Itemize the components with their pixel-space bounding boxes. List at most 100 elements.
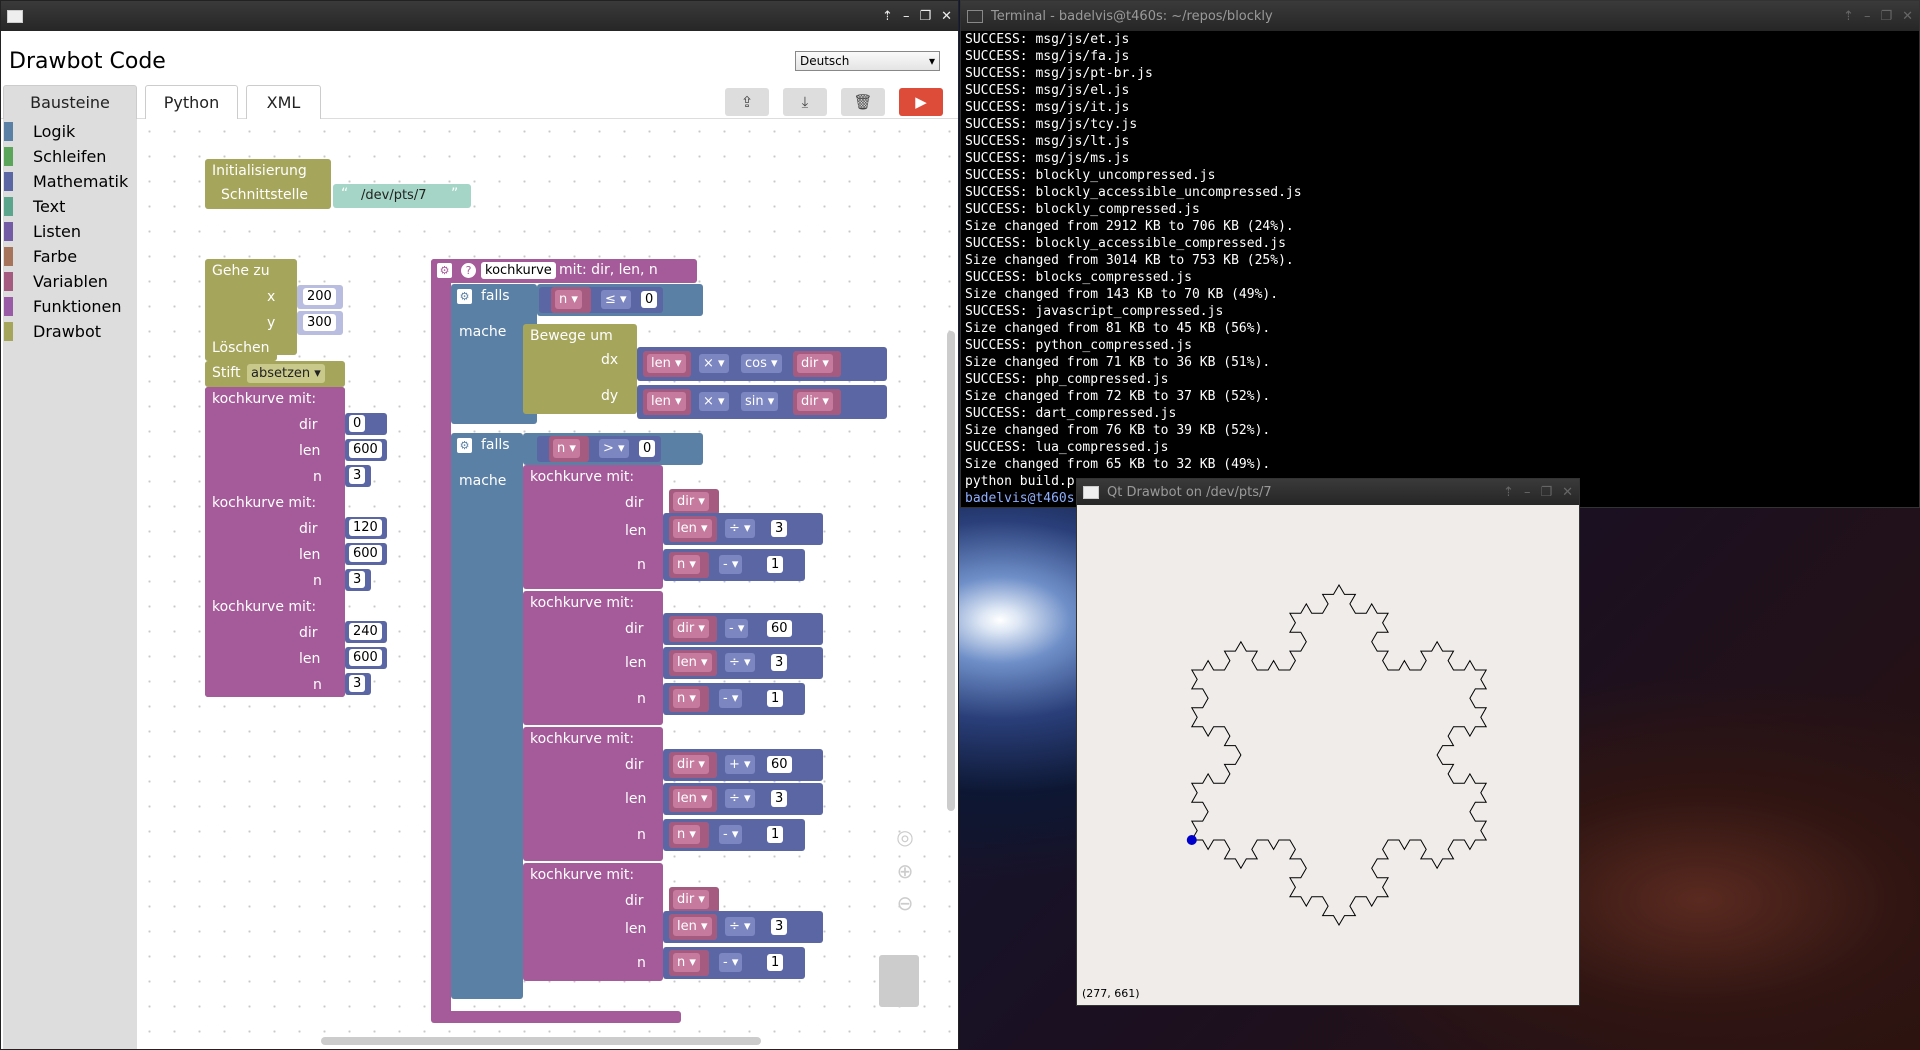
arg-len-value[interactable]: 600	[349, 545, 382, 562]
number-field[interactable]: 3	[771, 654, 788, 671]
var-dropdown[interactable]: n ▾	[673, 555, 700, 574]
drawing-canvas[interactable]	[1077, 505, 1580, 985]
toolbox-category-drawbot[interactable]: Drawbot	[3, 319, 137, 344]
goto-y-value[interactable]: 300	[303, 314, 336, 331]
number-field[interactable]: 0	[641, 291, 658, 308]
var-dir[interactable]: dir ▾	[669, 489, 719, 515]
op-minus-dropdown[interactable]: - ▾	[719, 555, 743, 574]
interface-value[interactable]: /dev/pts/7	[357, 187, 430, 204]
toolbox-category-logik[interactable]: Logik	[3, 119, 137, 144]
op-dropdown[interactable]: + ▾	[725, 755, 755, 774]
maximize-icon[interactable]: ❐	[1880, 9, 1892, 24]
arg-dir-value[interactable]: 120	[349, 519, 382, 536]
up-arrow-icon[interactable]: ⇡	[882, 9, 893, 24]
compare-le-block[interactable]: n ▾ ≤ ▾ 0	[539, 287, 663, 313]
toolbox-category-schleifen[interactable]: Schleifen	[3, 144, 137, 169]
cos-dropdown[interactable]: cos ▾	[741, 354, 782, 373]
len-expr[interactable]: len ▾ ÷ ▾ 3	[663, 911, 823, 943]
var-dir[interactable]: dir ▾	[793, 389, 841, 415]
var-len[interactable]: len ▾	[669, 786, 717, 812]
window-menu-icon[interactable]	[1083, 485, 1099, 499]
call-kochkurve-1[interactable]: kochkurve mit: dir len n	[205, 387, 345, 489]
len-expr[interactable]: len ▾ ÷ ▾ 3	[663, 647, 823, 679]
arg-len-value[interactable]: 600	[349, 649, 382, 666]
var-dropdown[interactable]: dir ▾	[797, 354, 833, 373]
var-n[interactable]: n ▾	[669, 950, 709, 976]
if2-block[interactable]: ⚙ falls mache	[451, 433, 523, 999]
up-arrow-icon[interactable]: ⇡	[1503, 485, 1514, 500]
arg-dir-value[interactable]: 0	[349, 415, 366, 432]
goto-x-value[interactable]: 200	[303, 288, 336, 305]
var-n-dropdown[interactable]: n ▾	[553, 439, 580, 458]
horizontal-scrollbar[interactable]	[321, 1037, 761, 1045]
number-field[interactable]: 1	[767, 954, 784, 971]
recursive-call-1[interactable]: kochkurve mit: dir len n	[523, 465, 663, 589]
number-field[interactable]: 0	[639, 440, 656, 457]
zoom-out-icon[interactable]: ⊖	[891, 891, 919, 915]
arg-n-value[interactable]: 3	[349, 675, 366, 692]
op-div-dropdown[interactable]: ÷ ▾	[725, 519, 755, 538]
op-minus-dropdown[interactable]: - ▾	[719, 953, 743, 972]
workspace-trash-icon[interactable]	[879, 955, 919, 1007]
var-n[interactable]: n ▾	[549, 436, 589, 462]
up-arrow-icon[interactable]: ⇡	[1843, 9, 1854, 24]
toolbox-category-variablen[interactable]: Variablen	[3, 269, 137, 294]
var-len[interactable]: len ▾	[669, 516, 717, 542]
number-field[interactable]: 3	[771, 790, 788, 807]
var-n[interactable]: n ▾	[669, 686, 709, 712]
vertical-scrollbar[interactable]	[947, 331, 955, 811]
var-n[interactable]: n ▾	[669, 822, 709, 848]
number-field[interactable]: 1	[767, 690, 784, 707]
minimize-icon[interactable]: –	[903, 9, 910, 24]
n-expr[interactable]: n ▾ - ▾ 1	[663, 683, 805, 715]
zoom-in-icon[interactable]: ⊕	[891, 859, 919, 883]
gear-icon[interactable]: ⚙	[457, 289, 472, 304]
recursive-call-3[interactable]: kochkurve mit: dir len n	[523, 727, 663, 861]
dy-expr[interactable]: len ▾ × ▾ sin ▾ dir ▾	[637, 385, 887, 419]
var-dropdown[interactable]: n ▾	[673, 953, 700, 972]
number-field[interactable]: 1	[767, 826, 784, 843]
var-dir[interactable]: dir ▾	[793, 351, 841, 377]
var-dropdown[interactable]: dir ▾	[797, 392, 833, 411]
tab-bausteine[interactable]: Bausteine	[3, 85, 137, 119]
tab-xml[interactable]: XML	[246, 85, 321, 119]
number-field[interactable]: 3	[771, 520, 788, 537]
minimize-icon[interactable]: –	[1524, 485, 1531, 500]
var-dropdown[interactable]: n ▾	[673, 689, 700, 708]
var-n[interactable]: n ▾	[551, 287, 591, 313]
tab-python[interactable]: Python	[145, 85, 238, 119]
maximize-icon[interactable]: ❐	[1540, 485, 1552, 500]
arg-n-value[interactable]: 3	[349, 467, 366, 484]
n-expr[interactable]: n ▾ - ▾ 1	[663, 947, 805, 979]
recursive-call-4[interactable]: kochkurve mit: dir len n	[523, 863, 663, 981]
language-select[interactable]: Deutsch ▾	[795, 51, 940, 71]
number-field[interactable]: 60	[767, 756, 792, 773]
trash-button[interactable]: 🗑	[841, 88, 885, 116]
terminal-output[interactable]: SUCCESS: msg/js/et.js SUCCESS: msg/js/fa.…	[961, 31, 1919, 507]
close-icon[interactable]: ✕	[1562, 485, 1573, 500]
var-dropdown[interactable]: len ▾	[673, 789, 712, 808]
arg-len-value[interactable]: 600	[349, 441, 382, 458]
var-len[interactable]: len ▾	[643, 389, 691, 415]
compare-gt-block[interactable]: n ▾ > ▾ 0	[537, 436, 661, 462]
toolbox-category-listen[interactable]: Listen	[3, 219, 137, 244]
var-dropdown[interactable]: len ▾	[647, 392, 686, 411]
var-len[interactable]: len ▾	[643, 351, 691, 377]
var-dropdown[interactable]: len ▾	[673, 519, 712, 538]
var-n[interactable]: n ▾	[669, 552, 709, 578]
blockly-titlebar[interactable]: ⇡ – ❐ ✕	[1, 1, 958, 31]
n-expr[interactable]: n ▾ - ▾ 1	[663, 549, 805, 581]
init-block[interactable]: Initialisierung Schnittstelle	[205, 159, 331, 209]
close-icon[interactable]: ✕	[1902, 9, 1913, 24]
interface-text-block[interactable]: “ /dev/pts/7 ”	[333, 184, 471, 208]
gear-icon[interactable]: ⚙	[437, 263, 452, 278]
var-len[interactable]: len ▾	[669, 650, 717, 676]
dx-expr[interactable]: len ▾ × ▾ cos ▾ dir ▾	[637, 347, 887, 381]
recenter-icon[interactable]: ◎	[891, 825, 919, 849]
run-button[interactable]: ▶	[899, 88, 943, 116]
sin-dropdown[interactable]: sin ▾	[741, 392, 779, 411]
op-dropdown[interactable]: - ▾	[725, 619, 749, 638]
toolbox-category-mathematik[interactable]: Mathematik	[3, 169, 137, 194]
var-dropdown[interactable]: len ▾	[673, 917, 712, 936]
minimize-icon[interactable]: –	[1864, 9, 1871, 24]
